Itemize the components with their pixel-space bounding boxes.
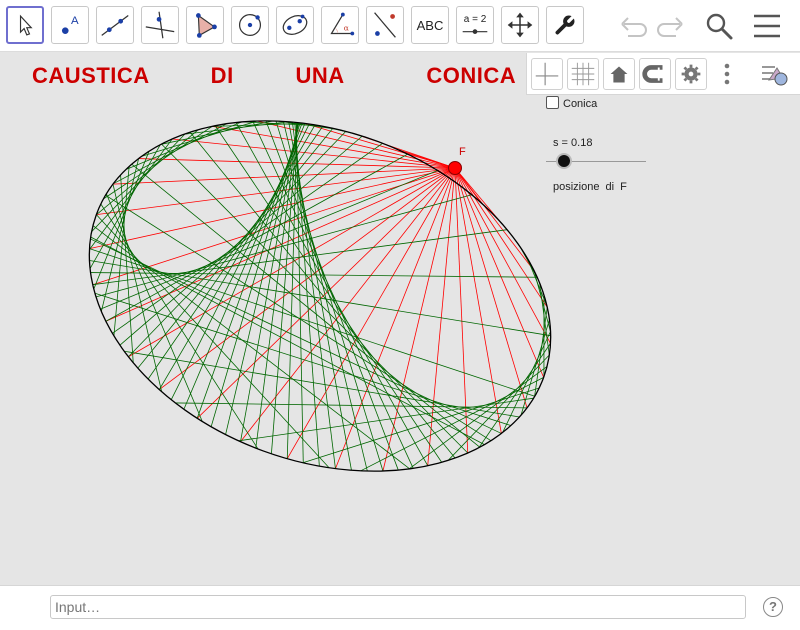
reflected-ray [113, 123, 227, 185]
text-tool-label: ABC [416, 18, 444, 33]
undo-button[interactable] [616, 8, 650, 44]
polygon-tool-button[interactable] [186, 6, 224, 44]
undo-icon [621, 17, 647, 37]
angle-icon: α [330, 12, 355, 36]
move-graphics-tool-button[interactable] [501, 6, 539, 44]
reflected-ray [295, 122, 304, 463]
reflected-ray [95, 194, 472, 298]
reflected-ray [478, 343, 551, 448]
incident-ray [454, 167, 469, 454]
perpendicular-line-icon [145, 11, 175, 39]
slider-s-handle[interactable] [558, 155, 570, 167]
reflected-ray [119, 135, 363, 346]
incident-ray [454, 167, 535, 271]
perpendicular-line-tool-button[interactable] [141, 6, 179, 44]
input-field[interactable] [50, 595, 746, 619]
focus-label: F [459, 146, 466, 158]
reflected-ray [141, 120, 258, 157]
search-icon [706, 13, 733, 40]
move-arrows-icon [507, 12, 533, 38]
reflected-ray [408, 366, 548, 470]
graphics-view-canvas[interactable]: F [0, 53, 800, 585]
main-toolbar: A α ABC a = 2 [0, 0, 800, 52]
incident-ray [454, 167, 545, 378]
circle-center-point-icon [238, 13, 262, 37]
conic-checkbox-label: Conica [563, 98, 598, 110]
reflected-ray [100, 170, 438, 310]
svg-text:A: A [71, 15, 79, 27]
incident-ray [427, 167, 456, 466]
slider-caption: posizione di F [553, 181, 627, 193]
svg-text:α: α [344, 24, 349, 33]
input-bar: ? [0, 585, 800, 630]
wrench-icon [555, 13, 577, 35]
slider-tool-button[interactable]: a = 2 [456, 6, 494, 44]
reflected-ray [96, 129, 199, 216]
reflected-ray [252, 121, 414, 469]
focus-point-f[interactable] [448, 161, 462, 175]
search-button[interactable] [702, 8, 736, 44]
conic-checkbox[interactable] [546, 96, 559, 109]
line-tool-button[interactable] [96, 6, 134, 44]
incident-ray [454, 167, 551, 344]
polygon-icon [196, 13, 217, 38]
cursor-arrow-icon [19, 14, 33, 36]
slider-s-label: s = 0.18 [553, 137, 593, 149]
main-menu-button[interactable] [750, 8, 784, 44]
reflect-tool-button[interactable] [366, 6, 404, 44]
point-tool-button[interactable]: A [51, 6, 89, 44]
redo-icon [657, 17, 683, 37]
reflected-ray [360, 377, 544, 472]
circle-tool-button[interactable] [231, 6, 269, 44]
reflect-about-line-icon [374, 12, 396, 38]
slider-icon [462, 29, 488, 34]
reflected-rays [89, 120, 551, 472]
reflected-ray [147, 126, 324, 380]
reflected-ray [106, 193, 203, 422]
incident-ray [454, 167, 548, 308]
tools-customize-button[interactable] [546, 6, 584, 44]
reflected-ray [91, 133, 186, 232]
conic-checkbox-row[interactable]: Conica [546, 96, 597, 110]
point-icon: A [61, 15, 79, 34]
reflected-ray [100, 158, 140, 312]
reflected-ray [100, 203, 259, 450]
text-tool-button[interactable]: ABC [411, 6, 449, 44]
ellipse-icon [282, 14, 308, 35]
redo-button[interactable] [654, 8, 688, 44]
reflected-ray [265, 120, 399, 471]
help-icon[interactable]: ? [763, 597, 783, 617]
incident-ray [256, 120, 456, 169]
line-through-points-icon [101, 15, 129, 36]
incident-ray [196, 167, 456, 419]
angle-tool-button[interactable]: α [321, 6, 359, 44]
reflected-ray [170, 123, 310, 400]
reflected-ray [161, 120, 273, 145]
ellipse-tool-button[interactable] [276, 6, 314, 44]
move-tool-button[interactable] [6, 6, 44, 44]
incident-ray [454, 167, 502, 434]
hamburger-menu-icon [754, 14, 780, 38]
reflected-ray [183, 123, 306, 410]
